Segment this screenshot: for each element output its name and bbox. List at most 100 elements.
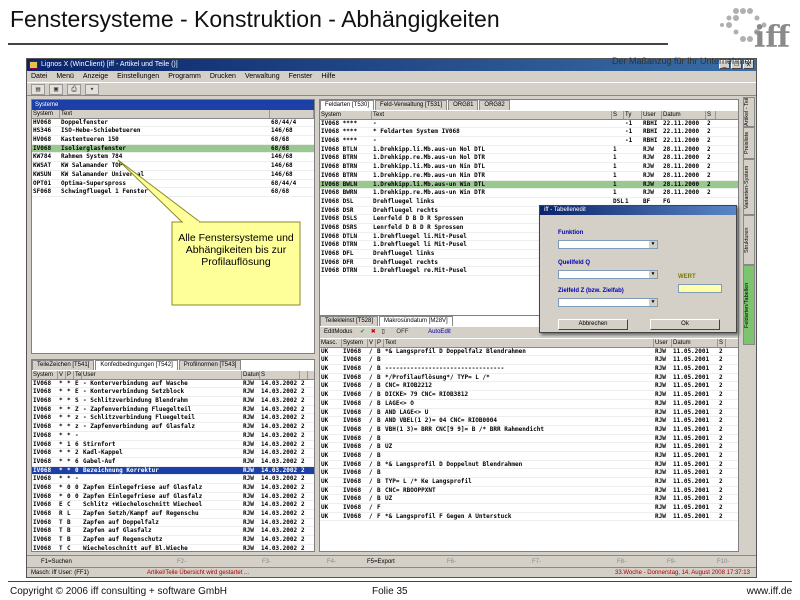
vertical-tab-0[interactable]: Artikel - Teile: [743, 97, 755, 127]
column-header[interactable]: V: [368, 339, 376, 347]
table-row[interactable]: IV068 BTRN 1.Drehkipp.re.Mb.aus-un Nin DT…: [320, 172, 738, 181]
table-row[interactable]: IV068 **** - -1 RBHI 22.11.2000 2: [320, 120, 738, 129]
column-header[interactable]: Text: [60, 110, 270, 118]
column-header[interactable]: System: [32, 371, 58, 379]
table-row[interactable]: IV068 T B Zapfen auf Regenschutz RJW 14.03.20…: [32, 536, 314, 545]
save-icon[interactable]: ▣: [49, 84, 63, 95]
table-row[interactable]: UK IV068 / B RJW 11.05.2001 2: [320, 356, 738, 366]
vertical-tab-3[interactable]: Strukturen: [743, 215, 755, 265]
vertical-tab-1[interactable]: Preisliste: [743, 127, 755, 159]
column-header[interactable]: Text: [384, 339, 654, 347]
value-input[interactable]: [678, 284, 722, 293]
check-icon[interactable]: ✔: [360, 329, 365, 335]
chevron-down-icon[interactable]: ▼: [649, 299, 657, 306]
table-row[interactable]: UK IV068 / B RJW 11.05.2001 2: [320, 452, 738, 461]
column-header[interactable]: Datum: [242, 371, 260, 379]
table-row[interactable]: IV068 BTRN 1.Drehkipp.re.Mb.aus-un Nol DT…: [320, 154, 738, 164]
column-header[interactable]: System: [32, 110, 60, 118]
table-row[interactable]: IV068 T C Wiecheloschnitt auf Bl.Wieche RJW 1…: [32, 545, 314, 551]
menu-item-0[interactable]: Datei: [31, 71, 47, 82]
vertical-tab-2[interactable]: Varianten-System: [743, 159, 755, 215]
function-select[interactable]: ▼: [558, 240, 658, 249]
table-row[interactable]: IV068 * * z - Schlitzverbindung Fluegelteil R…: [32, 414, 314, 424]
table-row[interactable]: UK IV068 / B RJW 11.05.2001 2: [320, 435, 738, 444]
autoedit-toggle[interactable]: AutoEdit: [428, 329, 451, 335]
table-row[interactable]: UK IV068 / B UZ RJW 11.05.2001 2: [320, 443, 738, 452]
column-header[interactable]: User: [642, 111, 662, 119]
table-row[interactable]: IV068 * * - RJW 14.03.2002 2: [32, 432, 314, 441]
table-row[interactable]: KWSAT KW Salamander TOP 146/68: [32, 162, 314, 171]
table-row[interactable]: IV068 * * - RJW 14.03.2002 2: [32, 475, 314, 484]
column-header[interactable]: System: [342, 339, 368, 347]
column-header[interactable]: Datum: [672, 339, 718, 347]
table-row[interactable]: IV068 * * 6 Gabel-Auf RJW 14.03.2002 2: [32, 458, 314, 467]
column-header[interactable]: [300, 371, 308, 379]
menu-item-2[interactable]: Anzeige: [83, 71, 108, 82]
table-row[interactable]: OPT01 Optima-Superspross 68/44/4: [32, 180, 314, 189]
table-row[interactable]: IV068 E C Schlitz +Wiecheloschnitt Wiecheol…: [32, 501, 314, 510]
column-header[interactable]: User: [82, 371, 242, 379]
column-header[interactable]: Ty: [624, 111, 642, 119]
tab-1[interactable]: Feld-Verwaltung [T531]: [375, 100, 448, 110]
column-header[interactable]: Text: [372, 111, 612, 119]
table-row[interactable]: UK IV068 / F *& Langsprofil F Gegen A Unters…: [320, 513, 738, 522]
menu-item-3[interactable]: Einstellungen: [117, 71, 159, 82]
table-row[interactable]: IV068 BWLN 1.Drehkipp.li.Mb.aus-un Win DT…: [320, 180, 738, 190]
table-row[interactable]: IV068 R L Zapfen Setzh/Kampf auf Regenschu R…: [32, 510, 314, 519]
tab-2[interactable]: ORG81: [448, 100, 479, 110]
tab-3[interactable]: ORG82: [479, 100, 510, 110]
table-row[interactable]: IV068 T B Zapfen auf Doppelfalz RJW 14.03.200…: [32, 519, 314, 528]
column-header[interactable]: S: [718, 339, 726, 347]
column-header[interactable]: P: [376, 339, 384, 347]
table-row[interactable]: UK IV068 / B AND VBEL(1 2)= 04 CNC= RIOB000…: [320, 417, 738, 426]
table-row[interactable]: UK IV068 / B *& Langsprofil D Doppelfalz Ble…: [320, 348, 738, 357]
table-row[interactable]: IV068 BWRN 1.Drehkipp.re.Mb.aus-un Win DT…: [320, 189, 738, 198]
vertical-tab-4[interactable]: Feldarten/Tabellen: [743, 265, 755, 345]
table-row[interactable]: UK IV068 / B */Profilauflösung*/ TYP= L /* RJ…: [320, 374, 738, 383]
table-row[interactable]: UK IV068 / B DICKE> 79 CNC= RIOB3812 RJW 11.0…: [320, 391, 738, 400]
column-header[interactable]: Datum: [662, 111, 706, 119]
column-header[interactable]: User: [654, 339, 672, 347]
table-row[interactable]: IV068 **** * Feldarten System IV068 -1 RBHI…: [320, 128, 738, 138]
tab-1[interactable]: Makrosündatum [M28V]: [379, 316, 453, 326]
column-header[interactable]: V: [58, 371, 66, 379]
table-row[interactable]: UK IV068 / B LAGE<> O RJW 11.05.2001 2: [320, 400, 738, 409]
table-row[interactable]: KWSUN KW Salamander Universal 146/68: [32, 171, 314, 180]
table-row[interactable]: IV068 * 0 0 Zapfen Einlegefriese auf Glasfal…: [32, 493, 314, 502]
menu-item-7[interactable]: Fenster: [289, 71, 313, 82]
table-row[interactable]: UK IV068 / B CNC= RIOB2212 RJW 11.05.2001 2: [320, 382, 738, 392]
table-row[interactable]: IV068 BTRN 1.Drehkipp.li.Mb.aus-un Nin DT…: [320, 163, 738, 172]
table-row[interactable]: IV068 * 1 6 Stirnfort RJW 14.03.2002 2: [32, 441, 314, 450]
table-row[interactable]: IV068 * 0 0 Zapfen Einlegefriese auf Glasfal…: [32, 484, 314, 493]
table-row[interactable]: UK IV068 / B -------------------------------…: [320, 365, 738, 374]
menu-item-1[interactable]: Menü: [56, 71, 74, 82]
tab-1[interactable]: Konfedbedingungen [T542]: [95, 360, 178, 370]
table-row[interactable]: IV068 * * 0 Bezeichnung Korrektur RJW 14.03.20…: [32, 466, 314, 476]
source-field-select[interactable]: ▼: [558, 270, 658, 279]
table-row[interactable]: IV068 * * E - Konterverbindung Setzblock RJW 1…: [32, 388, 314, 398]
tab-0[interactable]: Teilekleinst [T528]: [320, 316, 379, 326]
column-header[interactable]: Masc.: [320, 339, 342, 347]
table-row[interactable]: UK IV068 / B TYP= L /* Ke Langsprofil RJW 11.…: [320, 478, 738, 487]
column-header[interactable]: S: [612, 111, 624, 119]
table-row[interactable]: UK IV068 / B UZ RJW 11.05.2001 2: [320, 495, 738, 505]
table-row[interactable]: UK IV068 / F RJW 11.05.2001 2: [320, 504, 738, 513]
table-row[interactable]: IV068 * * 2 Kadl-Kappel RJW 14.03.2002 2: [32, 449, 314, 458]
target-field-select[interactable]: ▼: [558, 298, 658, 307]
table-row[interactable]: IV068 * * z - Zapfenverbindung auf Glasfalz R…: [32, 423, 314, 432]
page-icon[interactable]: ▯: [381, 329, 384, 335]
table-row[interactable]: IV068 * * Z - Zapfenverbindung Fluegelteil RJ…: [32, 406, 314, 415]
table-row[interactable]: IV068 Isolierglasfenster 68/68: [32, 144, 314, 154]
table-row[interactable]: UK IV068 / B AND LAGE<> U RJW 11.05.2001 2: [320, 409, 738, 418]
table-row[interactable]: HS346 ISO-Hebe-Schiebetueren 146/68: [32, 127, 314, 137]
menu-item-5[interactable]: Drucken: [210, 71, 236, 82]
chevron-down-icon[interactable]: ▼: [649, 271, 657, 278]
menu-item-4[interactable]: Programm: [168, 71, 201, 82]
column-header[interactable]: [270, 110, 314, 118]
dialog-cancel-button[interactable]: Abbrechen: [558, 319, 628, 330]
table-row[interactable]: SF068 Schwingfluegel 1 Fenster 68/68: [32, 188, 314, 197]
table-row[interactable]: IV068 BTLN 1.Drehkipp.li.Mb.aus-un Nol DT…: [320, 146, 738, 155]
column-header[interactable]: Text: [74, 371, 82, 379]
tab-0[interactable]: Feldarten [T530]: [320, 100, 375, 110]
table-row[interactable]: UK IV068 / B *& Langsprofil D Doppelnut Blen…: [320, 461, 738, 470]
